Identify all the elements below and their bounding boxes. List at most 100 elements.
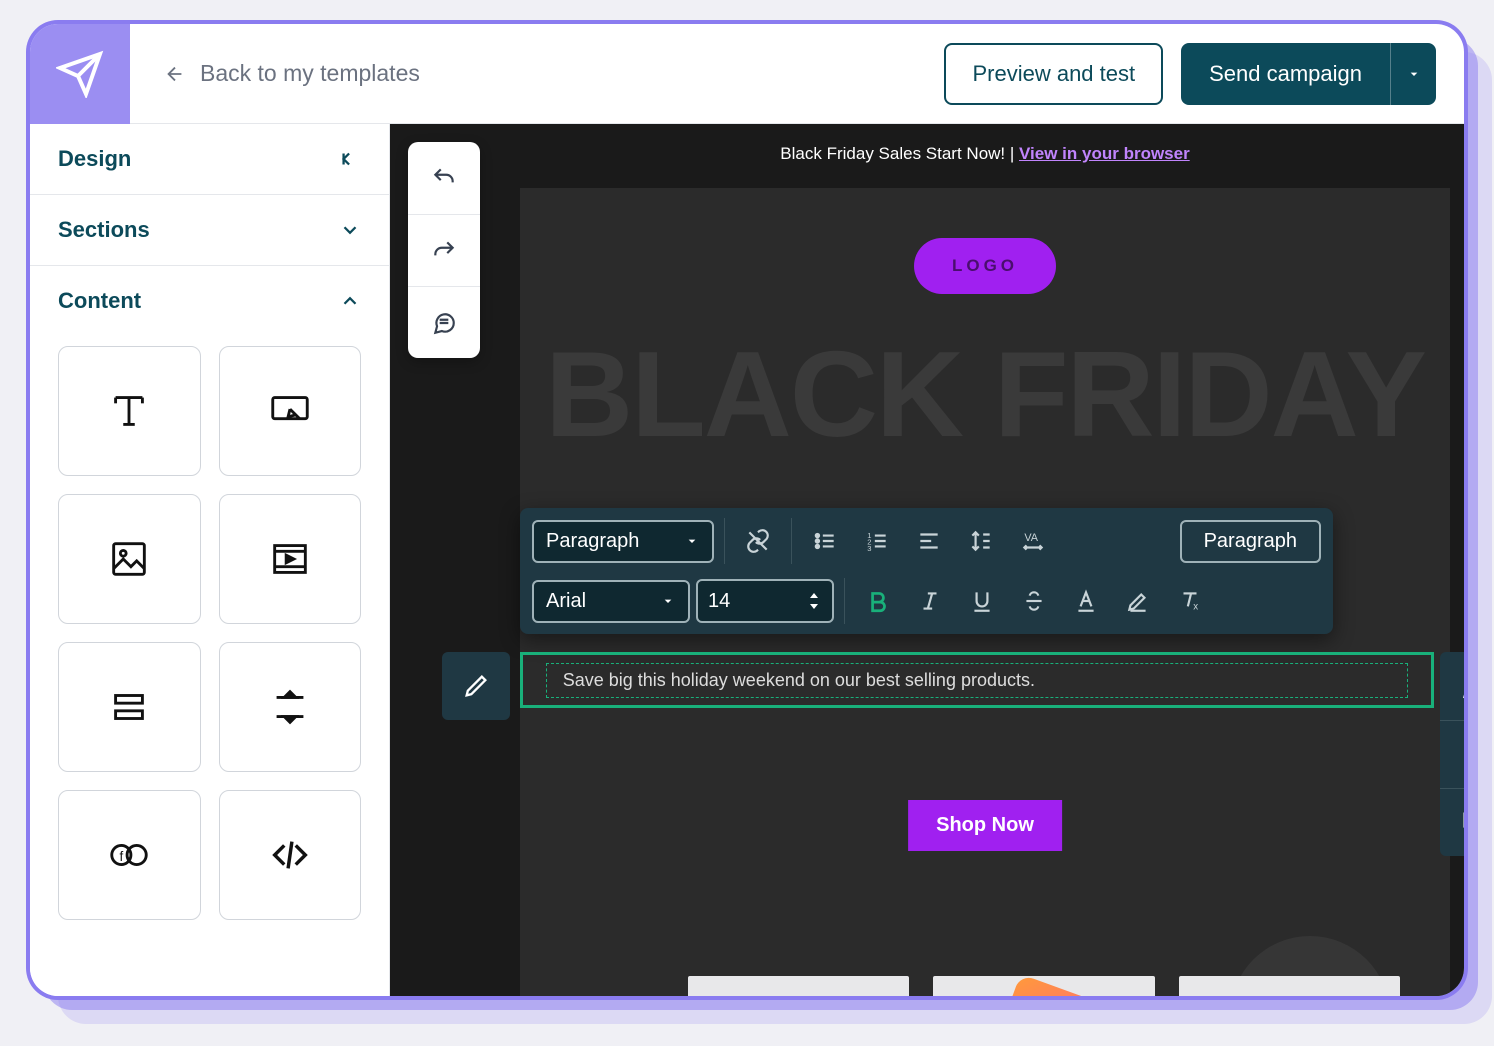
product-card-laptop[interactable]	[1179, 976, 1400, 996]
headline-text[interactable]: BLACK FRIDAY	[520, 324, 1450, 464]
topbar-actions: Preview and test Send campaign	[944, 43, 1464, 105]
svg-text:VA: VA	[1024, 532, 1038, 544]
comment-icon	[1460, 672, 1464, 700]
highlight-icon	[1125, 588, 1151, 614]
italic-icon	[917, 588, 943, 614]
product-card-watch[interactable]	[688, 976, 909, 996]
paragraph-tag-button[interactable]: Paragraph	[1180, 520, 1321, 563]
italic-button[interactable]	[907, 578, 953, 624]
svg-text:3: 3	[867, 544, 871, 553]
line-height-button[interactable]	[958, 518, 1004, 564]
app-logo[interactable]	[30, 24, 130, 124]
block-delete-button[interactable]	[1440, 720, 1464, 788]
underline-icon	[969, 588, 995, 614]
spacer-block-icon	[267, 684, 313, 730]
block-comment-button[interactable]	[1440, 652, 1464, 720]
bullet-list-button[interactable]	[802, 518, 848, 564]
send-button-group: Send campaign	[1181, 43, 1436, 105]
sidebar-sections-header[interactable]: Sections	[30, 195, 389, 265]
tablet-image	[983, 976, 1105, 996]
sidebar-sections-label: Sections	[58, 217, 150, 243]
block-action-rail	[1440, 652, 1464, 856]
tile-divider[interactable]	[58, 642, 201, 772]
chevron-up-icon	[339, 290, 361, 312]
block-duplicate-button[interactable]	[1440, 788, 1464, 856]
sidebar-design-header[interactable]: Design	[30, 124, 389, 194]
bold-button[interactable]	[855, 578, 901, 624]
divider-block-icon	[106, 684, 152, 730]
chevron-down-icon	[684, 533, 700, 549]
preheader-text: Black Friday Sales Start Now! |	[780, 144, 1019, 163]
send-button[interactable]: Send campaign	[1181, 43, 1390, 105]
strike-button[interactable]	[1011, 578, 1057, 624]
product-row	[688, 976, 1400, 996]
font-size-input[interactable]: 14	[696, 579, 834, 623]
social-block-icon: f	[106, 832, 152, 878]
send-dropdown[interactable]	[1390, 43, 1436, 105]
style-select[interactable]: Paragraph	[532, 520, 714, 563]
align-button[interactable]	[906, 518, 952, 564]
history-rail	[408, 142, 480, 358]
sidebar-design-label: Design	[58, 146, 131, 172]
number-list-button[interactable]: 123	[854, 518, 900, 564]
unlink-icon	[745, 528, 771, 554]
rte-toolbar: Paragraph 123 VA Paragraph Arial 14	[520, 508, 1333, 634]
clear-format-icon: x	[1177, 588, 1203, 614]
align-left-icon	[916, 528, 942, 554]
bold-icon	[865, 588, 891, 614]
caret-down-icon	[1406, 66, 1422, 82]
copy-icon	[1460, 809, 1464, 837]
chevron-down-icon	[660, 593, 676, 609]
link-button[interactable]	[735, 518, 781, 564]
logo-placeholder[interactable]: LOGO	[914, 238, 1056, 294]
clear-format-button[interactable]: x	[1167, 578, 1213, 624]
selected-text-block[interactable]: Save big this holiday weekend on our bes…	[520, 652, 1434, 708]
tile-button[interactable]	[219, 346, 362, 476]
button-block-icon	[267, 388, 313, 434]
pencil-icon	[462, 672, 490, 700]
text-color-icon	[1073, 588, 1099, 614]
stepper-icon	[806, 589, 822, 613]
undo-icon	[431, 165, 457, 191]
edit-block-handle[interactable]	[442, 652, 510, 720]
tile-spacer[interactable]	[219, 642, 362, 772]
product-card-tablet[interactable]	[933, 976, 1154, 996]
redo-icon	[431, 238, 457, 264]
number-list-icon: 123	[864, 528, 890, 554]
text-color-button[interactable]	[1063, 578, 1109, 624]
paper-plane-icon	[56, 50, 104, 98]
html-block-icon	[267, 832, 313, 878]
letter-spacing-button[interactable]: VA	[1010, 518, 1056, 564]
tile-image[interactable]	[58, 494, 201, 624]
arrow-left-icon	[164, 63, 186, 85]
svg-text:f: f	[120, 849, 124, 864]
letter-spacing-icon: VA	[1020, 528, 1046, 554]
video-block-icon	[267, 536, 313, 582]
text-block-icon	[106, 388, 152, 434]
line-height-icon	[968, 528, 994, 554]
strikethrough-icon	[1021, 588, 1047, 614]
shop-now-button[interactable]: Shop Now	[908, 800, 1062, 851]
trash-icon	[1460, 741, 1464, 769]
back-link[interactable]: Back to my templates	[130, 60, 944, 87]
tile-html[interactable]	[219, 790, 362, 920]
view-in-browser-link[interactable]: View in your browser	[1019, 144, 1190, 163]
tile-social[interactable]: f	[58, 790, 201, 920]
undo-button[interactable]	[408, 142, 480, 214]
highlight-button[interactable]	[1115, 578, 1161, 624]
comment-icon	[431, 310, 457, 336]
canvas[interactable]: Black Friday Sales Start Now! | View in …	[390, 124, 1464, 996]
content-tiles: f	[30, 336, 389, 944]
preview-button[interactable]: Preview and test	[944, 43, 1163, 105]
topbar: Back to my templates Preview and test Se…	[30, 24, 1464, 124]
selected-text-content[interactable]: Save big this holiday weekend on our bes…	[546, 663, 1409, 698]
redo-button[interactable]	[408, 214, 480, 286]
font-select[interactable]: Arial	[532, 580, 690, 623]
comments-button[interactable]	[408, 286, 480, 358]
underline-button[interactable]	[959, 578, 1005, 624]
email-preheader: Black Friday Sales Start Now! | View in …	[506, 136, 1464, 188]
tile-text[interactable]	[58, 346, 201, 476]
sidebar-content-header[interactable]: Content	[30, 266, 389, 336]
collapse-left-icon	[339, 148, 361, 170]
tile-video[interactable]	[219, 494, 362, 624]
